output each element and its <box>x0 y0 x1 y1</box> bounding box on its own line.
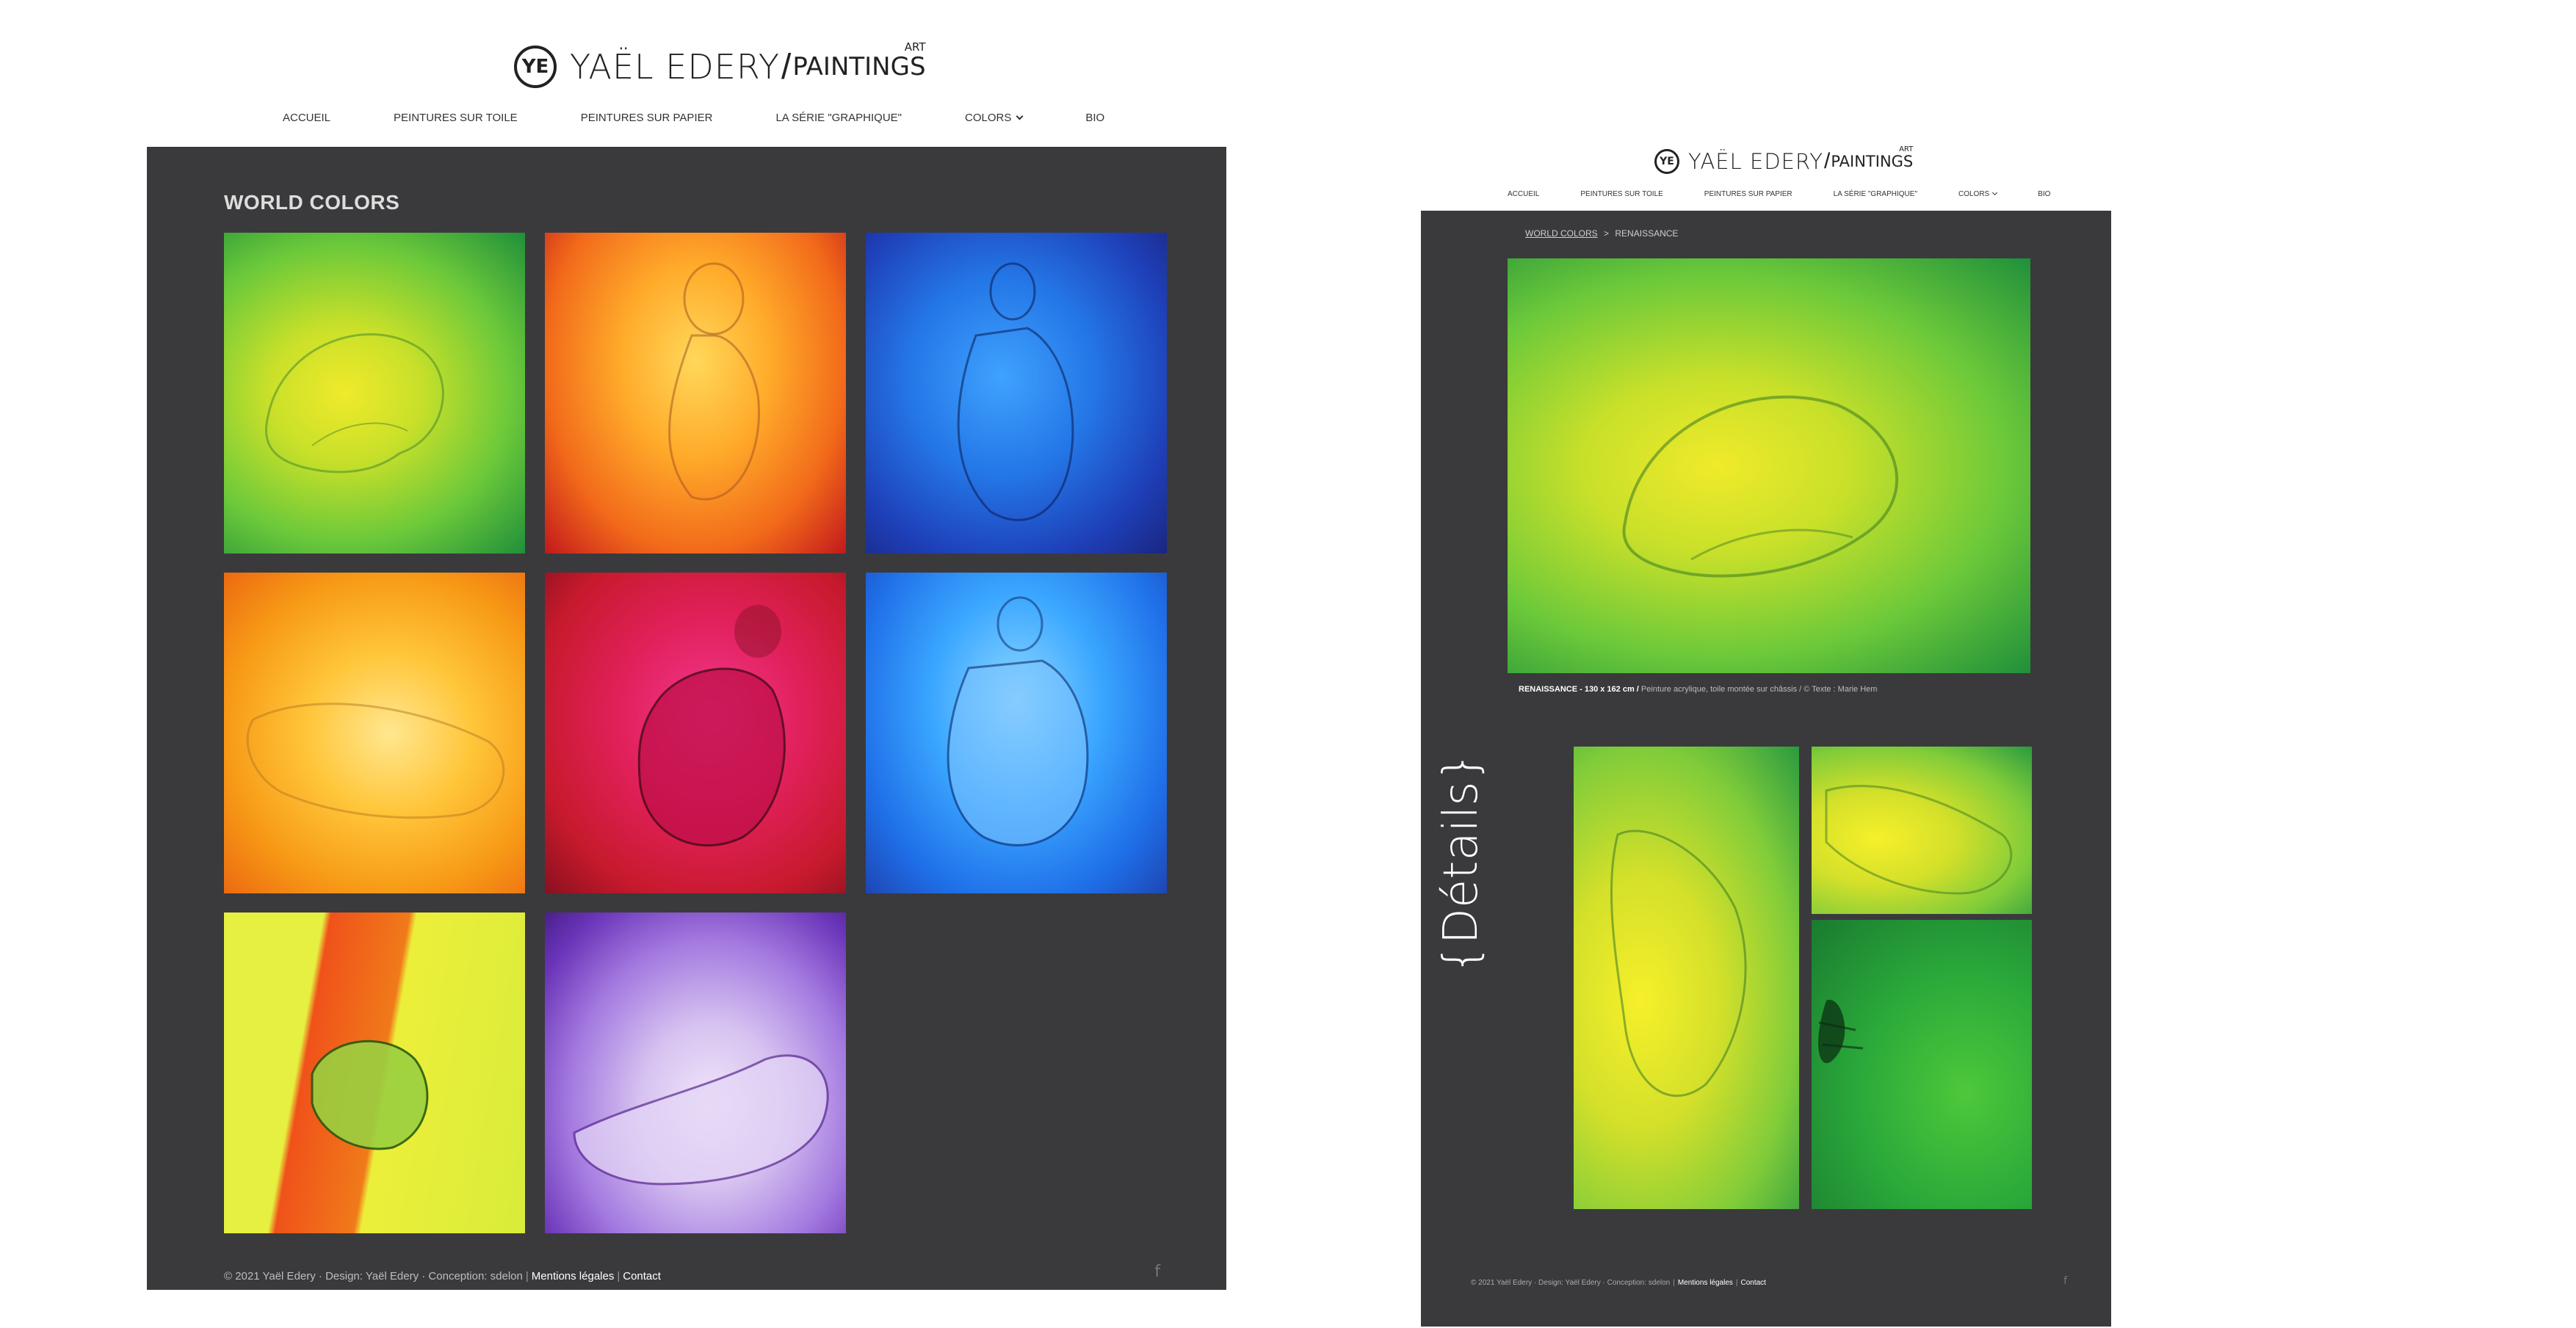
logo-separator: / <box>1824 149 1831 173</box>
logo-sub-text: PAINTINGS <box>1831 153 1914 170</box>
figure-drawing <box>866 233 1167 554</box>
figure-drawing <box>1812 747 2032 914</box>
painting-thumbnail-1[interactable] <box>224 233 525 554</box>
footer-separator: | <box>1673 1279 1675 1287</box>
chevron-down-icon <box>1992 189 1998 196</box>
painting-detail-panel: WORLD COLORS > RENAISSANCE RENAISSANCE -… <box>1421 211 2111 1327</box>
main-nav: ACCUEIL PEINTURES SUR TOILE PEINTURES SU… <box>1508 189 2050 198</box>
nav-colors-label: COLORS <box>965 112 1012 124</box>
nav-serie-graphique[interactable]: LA SÉRIE "GRAPHIQUE" <box>1834 190 1917 198</box>
details-heading-graphic: {Détails} <box>1434 752 1488 974</box>
detail-image-2[interactable] <box>1812 747 2032 914</box>
painting-thumbnail-8[interactable] <box>545 912 846 1233</box>
painting-thumbnail-6[interactable] <box>866 573 1167 893</box>
painting-thumbnail-3[interactable] <box>866 233 1167 554</box>
facebook-icon[interactable]: f <box>2063 1275 2067 1287</box>
details-heading: {Détails} <box>1425 752 1496 982</box>
figure-drawing <box>545 573 846 893</box>
footer-contact-link[interactable]: Contact <box>623 1270 661 1282</box>
nav-colors[interactable]: COLORS <box>1958 189 1998 198</box>
painting-thumbnail-5[interactable] <box>545 573 846 893</box>
logo-name: YAËL EDERY <box>1688 149 1823 174</box>
caption-description: Peinture acrylique, toile montée sur châ… <box>1640 685 1878 694</box>
figure-drawing <box>545 912 846 1233</box>
footer-legal-link[interactable]: Mentions légales <box>532 1270 615 1282</box>
site-logo[interactable]: YE YAËL EDERY / PAINTINGS ART <box>1654 145 1914 174</box>
site-logo[interactable]: YE YAËL EDERY / PAINTINGS ART <box>514 40 926 88</box>
logo-monogram-icon: YE <box>514 46 557 88</box>
nav-peintures-sur-papier[interactable]: PEINTURES SUR PAPIER <box>1704 190 1792 198</box>
figure-drawing <box>866 573 1167 893</box>
facebook-icon[interactable]: f <box>1154 1263 1160 1281</box>
logo-monogram-icon: YE <box>1654 149 1679 174</box>
main-painting-image[interactable] <box>1508 258 2030 673</box>
figure-drawing <box>1508 258 2030 673</box>
painting-caption: RENAISSANCE - 130 x 162 cm / Peinture ac… <box>1519 685 1877 694</box>
footer-copyright: © 2021 Yaël Edery · Design: Yaël Edery ·… <box>1471 1279 1671 1287</box>
footer-separator: | <box>525 1270 529 1282</box>
figure-drawing <box>1812 920 2032 1209</box>
site-footer: © 2021 Yaël Edery · Design: Yaël Edery ·… <box>1471 1279 1766 1287</box>
detail-image-3[interactable] <box>1812 920 2032 1209</box>
figure-drawing <box>224 912 525 1233</box>
nav-colors[interactable]: COLORS <box>965 112 1024 124</box>
logo-sub-text: PAINTINGS <box>792 52 926 81</box>
nav-bio[interactable]: BIO <box>1085 112 1104 124</box>
nav-peintures-sur-toile[interactable]: PEINTURES SUR TOILE <box>394 112 518 124</box>
footer-legal-link[interactable]: Mentions légales <box>1678 1279 1733 1287</box>
breadcrumb-separator: > <box>1604 228 1610 239</box>
logo-art: ART <box>1899 145 1914 153</box>
gallery-panel: WORLD COLORS © 2021 Yaël Edery · Design:… <box>147 147 1226 1290</box>
painting-thumbnail-2[interactable] <box>545 233 846 554</box>
figure-drawing <box>1574 747 1799 1209</box>
footer-separator: | <box>617 1270 621 1282</box>
right-site-header: YE YAËL EDERY / PAINTINGS ART ACCUEIL PE… <box>1421 143 2111 211</box>
figure-drawing <box>224 573 525 893</box>
footer-copyright: © 2021 Yaël Edery · Design: Yaël Edery ·… <box>224 1270 523 1282</box>
breadcrumb: WORLD COLORS > RENAISSANCE <box>1525 228 1678 239</box>
left-site-header: YE YAËL EDERY / PAINTINGS ART ACCUEIL PE… <box>147 29 1226 147</box>
figure-drawing <box>545 233 846 554</box>
nav-accueil[interactable]: ACCUEIL <box>283 112 330 124</box>
painting-thumbnail-7[interactable] <box>224 912 525 1233</box>
chevron-down-icon <box>1016 112 1024 120</box>
details-heading-text: {Détails} <box>1434 754 1488 974</box>
main-nav: ACCUEIL PEINTURES SUR TOILE PEINTURES SU… <box>283 112 1104 124</box>
gallery-title: WORLD COLORS <box>224 191 400 214</box>
detail-image-1[interactable] <box>1574 747 1799 1209</box>
nav-serie-graphique[interactable]: LA SÉRIE "GRAPHIQUE" <box>775 112 902 124</box>
breadcrumb-current: RENAISSANCE <box>1615 228 1679 239</box>
logo-art: ART <box>904 40 926 54</box>
caption-title: RENAISSANCE - 130 x 162 cm / <box>1519 685 1639 694</box>
footer-contact-link[interactable]: Contact <box>1741 1279 1766 1287</box>
breadcrumb-parent-link[interactable]: WORLD COLORS <box>1525 228 1598 239</box>
nav-accueil[interactable]: ACCUEIL <box>1508 190 1539 198</box>
figure-drawing <box>224 233 525 554</box>
nav-peintures-sur-toile[interactable]: PEINTURES SUR TOILE <box>1580 190 1663 198</box>
site-footer: © 2021 Yaël Edery · Design: Yaël Edery ·… <box>224 1270 661 1282</box>
logo-sub: PAINTINGS ART <box>792 40 926 81</box>
painting-thumbnail-4[interactable] <box>224 573 525 893</box>
nav-bio[interactable]: BIO <box>2038 190 2050 198</box>
nav-colors-label: COLORS <box>1958 190 1990 198</box>
nav-peintures-sur-papier[interactable]: PEINTURES SUR PAPIER <box>581 112 713 124</box>
logo-name: YAËL EDERY <box>570 47 780 87</box>
logo-sub: PAINTINGS ART <box>1831 145 1914 170</box>
footer-separator: | <box>1735 1279 1738 1287</box>
logo-separator: / <box>781 47 792 87</box>
